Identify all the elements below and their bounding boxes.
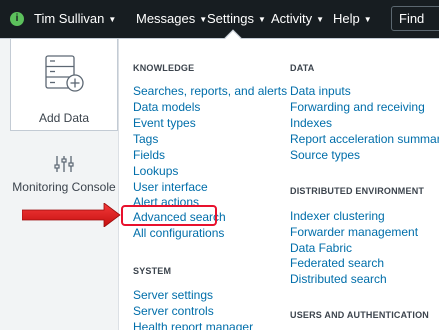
caret-down-icon: ▼ xyxy=(363,15,372,24)
user-menu[interactable]: Tim Sullivan ▼ xyxy=(34,0,116,38)
menu-link-federated-search[interactable]: Federated search xyxy=(290,256,384,270)
system-section-title: SYSTEM xyxy=(133,266,172,276)
menu-link-indexes[interactable]: Indexes xyxy=(290,116,332,130)
add-data-label: Add Data xyxy=(38,111,90,125)
data-section-title: DATA xyxy=(290,63,315,73)
caret-down-icon: ▼ xyxy=(199,15,208,24)
menu-link-fields[interactable]: Fields xyxy=(133,148,165,162)
menu-link-source-types[interactable]: Source types xyxy=(290,148,360,162)
caret-down-icon: ▼ xyxy=(108,15,117,24)
help-menu-label: Help xyxy=(333,11,360,26)
sliders-icon xyxy=(54,156,74,172)
user-status-icon: i xyxy=(10,12,24,26)
distributed-environment-section-title: DISTRIBUTED ENVIRONMENT xyxy=(290,186,425,196)
user-menu-label: Tim Sullivan xyxy=(34,11,105,26)
menu-link-forwarder-management[interactable]: Forwarder management xyxy=(290,225,418,239)
add-data-icon xyxy=(45,55,84,92)
messages-menu[interactable]: Messages ▼ xyxy=(136,0,207,38)
monitoring-console-label: Monitoring Console xyxy=(12,180,116,194)
menu-link-report-acceleration-summaries[interactable]: Report acceleration summaries xyxy=(290,132,439,146)
menu-link-searches-reports-alerts[interactable]: Searches, reports, and alerts xyxy=(133,84,287,98)
knowledge-section-title: KNOWLEDGE xyxy=(133,63,195,73)
help-menu[interactable]: Help ▼ xyxy=(333,0,372,38)
menu-link-user-interface[interactable]: User interface xyxy=(133,180,208,194)
menu-link-event-types[interactable]: Event types xyxy=(133,116,196,130)
activity-menu-label: Activity xyxy=(271,11,313,26)
menu-link-health-report-manager[interactable]: Health report manager xyxy=(133,320,253,330)
menu-link-data-inputs[interactable]: Data inputs xyxy=(290,84,351,98)
caret-down-icon: ▼ xyxy=(257,15,266,24)
menu-link-server-controls[interactable]: Server controls xyxy=(133,304,214,318)
menu-link-distributed-search[interactable]: Distributed search xyxy=(290,272,387,286)
caret-down-icon: ▼ xyxy=(316,15,325,24)
top-navigation-bar: i Tim Sullivan ▼ Messages ▼ Settings ▼ Acti… xyxy=(0,0,439,38)
menu-link-lookups[interactable]: Lookups xyxy=(133,164,178,178)
menu-link-indexer-clustering[interactable]: Indexer clustering xyxy=(290,209,385,223)
menu-link-data-models[interactable]: Data models xyxy=(133,100,200,114)
menu-link-tags[interactable]: Tags xyxy=(133,132,158,146)
activity-menu[interactable]: Activity ▼ xyxy=(271,0,324,38)
settings-menu-label: Settings xyxy=(207,11,254,26)
menu-link-server-settings[interactable]: Server settings xyxy=(133,288,213,302)
highlight-box xyxy=(121,205,217,226)
red-arrow-icon xyxy=(22,203,121,227)
messages-menu-label: Messages xyxy=(136,11,196,26)
settings-tiles-column: Add Data Monitoring Console xyxy=(0,39,119,330)
find-input[interactable]: Find xyxy=(391,6,439,31)
menu-link-forwarding-receiving[interactable]: Forwarding and receiving xyxy=(290,100,425,114)
menu-link-data-fabric[interactable]: Data Fabric xyxy=(290,241,352,255)
menu-link-all-configurations[interactable]: All configurations xyxy=(133,226,224,240)
users-authentication-section-title: USERS AND AUTHENTICATION xyxy=(290,310,429,320)
add-data-tile[interactable]: Add Data xyxy=(10,39,118,131)
